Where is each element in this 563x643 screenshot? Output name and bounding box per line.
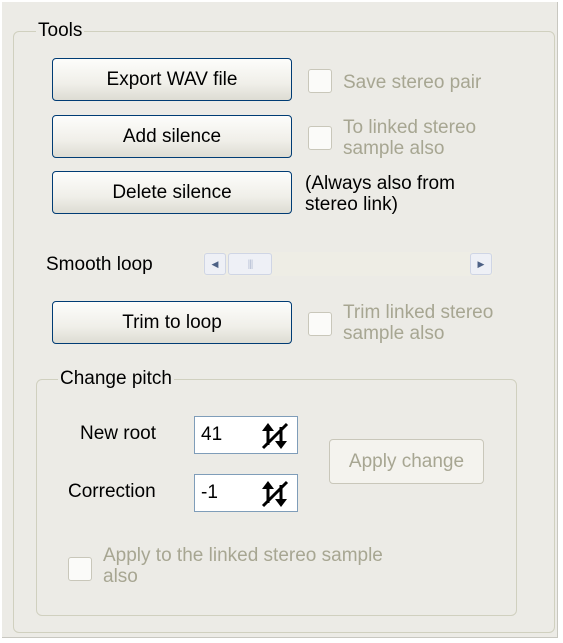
apply-linked-label-2: also [103,566,138,587]
to-linked-stereo-label-1: To linked stereo [343,117,477,138]
new-root-value: 41 [201,424,223,445]
delete-silence-button[interactable]: Delete silence [52,171,292,214]
save-stereo-pair-checkbox[interactable] [308,69,332,93]
correction-value: -1 [201,482,218,503]
export-wav-button[interactable]: Export WAV file [52,58,292,101]
spin-arrows-icon[interactable] [259,479,291,509]
smooth-loop-label: Smooth loop [46,254,153,275]
to-linked-stereo-label-2: sample also [343,138,445,159]
apply-linked-label-1: Apply to the linked stereo sample [103,545,383,566]
change-pitch-title: Change pitch [58,368,174,389]
save-stereo-pair-label: Save stereo pair [343,72,482,93]
scroll-right-icon[interactable]: ▶ [470,253,492,275]
trim-linked-checkbox[interactable] [308,312,332,336]
scroll-thumb[interactable]: ||| [228,253,272,275]
add-silence-button[interactable]: Add silence [52,115,292,158]
apply-linked-checkbox[interactable] [68,557,92,581]
to-linked-stereo-checkbox[interactable] [308,126,332,150]
always-note-line1: (Always also from [305,173,455,194]
tools-panel: Tools Export WAV file Save stereo pair A… [2,2,558,638]
correction-label: Correction [68,481,156,502]
trim-to-loop-button[interactable]: Trim to loop [52,301,292,344]
spin-arrows-icon[interactable] [259,421,291,451]
always-note-line2: stereo link) [305,194,398,215]
trim-linked-label-1: Trim linked stereo [343,302,494,323]
scroll-left-icon[interactable]: ◀ [204,253,226,275]
trim-linked-label-2: sample also [343,323,445,344]
new-root-spinbox[interactable]: 41 [194,416,298,454]
new-root-label: New root [80,423,157,444]
correction-spinbox[interactable]: -1 [194,474,298,512]
tools-group-title: Tools [36,20,85,41]
apply-change-button[interactable]: Apply change [329,439,484,484]
smooth-loop-scrollbar[interactable]: ◀ ||| ▶ [203,252,493,276]
